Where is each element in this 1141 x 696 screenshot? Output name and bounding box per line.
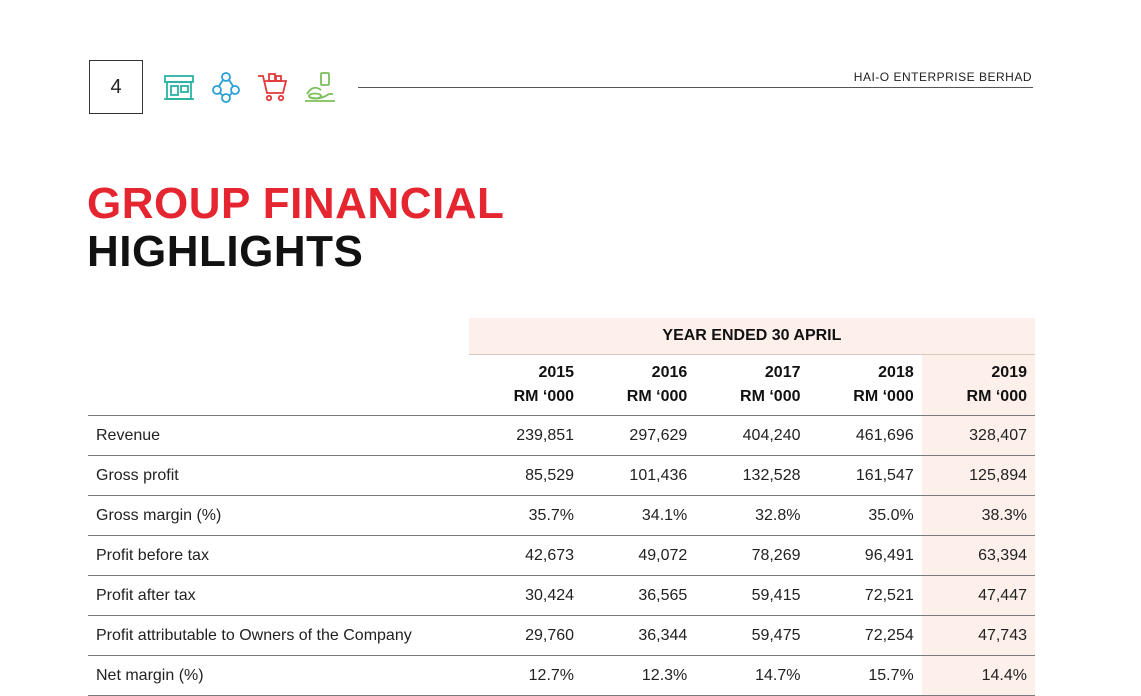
table-cell: 72,521 [808,575,922,616]
table-year-header-row: 2015 RM ‘000 2016 RM ‘000 2017 RM ‘000 2018… [88,354,1035,416]
table-cell: 96,491 [808,535,922,576]
page-title-line1: GROUP FINANCIAL [87,179,505,228]
column-header-2017: 2017 RM ‘000 [695,354,809,416]
table-cell: 132,528 [695,455,809,496]
table-cell: 42,673 [468,535,583,576]
table-row: Profit after tax 30,424 36,565 59,415 72… [88,575,1035,616]
table-cell: 34.1% [582,495,696,536]
table-cell: 49,072 [582,535,696,576]
table-cell: 78,269 [695,535,809,576]
table-row: Gross margin (%) 35.7% 34.1% 32.8% 35.0%… [88,495,1035,536]
table-cell: 85,529 [468,455,583,496]
herbal-product-icon [305,72,335,102]
column-header-2019: 2019 RM ‘000 [921,354,1035,416]
financial-highlights-table: YEAR ENDED 30 APRIL 2015 RM ‘000 2016 RM ‘… [88,318,1035,696]
row-label: Profit before tax [88,535,469,576]
row-label: Profit attributable to Owners of the Com… [88,615,469,656]
table-row: Net margin (%) 12.7% 12.3% 14.7% 15.7% 1… [88,655,1035,696]
table-cell: 12.7% [468,655,583,696]
table-row: Gross profit 85,529 101,436 132,528 161,… [88,455,1035,496]
table-cell: 161,547 [808,455,922,496]
table-cell: 15.7% [808,655,922,696]
table-group-header: YEAR ENDED 30 APRIL [468,318,1035,355]
table-cell: 14.4% [921,655,1035,696]
shopping-cart-icon [258,73,288,102]
table-cell: 36,565 [582,575,696,616]
table-cell: 14.7% [695,655,809,696]
column-header-2016: 2016 RM ‘000 [582,354,696,416]
table-row: Profit before tax 42,673 49,072 78,269 9… [88,535,1035,576]
header-divider [358,87,1033,88]
table-cell: 12.3% [582,655,696,696]
row-label: Gross profit [88,455,469,496]
table-cell: 461,696 [808,415,922,456]
page-number: 4 [89,60,143,114]
page-title: GROUP FINANCIAL HIGHLIGHTS [87,180,504,276]
table-cell: 101,436 [582,455,696,496]
table-cell: 59,475 [695,615,809,656]
table-cell: 47,447 [921,575,1035,616]
row-label: Profit after tax [88,575,469,616]
row-label: Net margin (%) [88,655,469,696]
table-label-header [88,354,469,416]
page-title-line2: HIGHLIGHTS [87,227,364,276]
table-cell: 59,415 [695,575,809,616]
table-cell: 404,240 [695,415,809,456]
header-icons [162,70,350,104]
storefront-icon [164,75,194,100]
table-cell: 47,743 [921,615,1035,656]
row-label: Gross margin (%) [88,495,469,536]
table-cell: 125,894 [921,455,1035,496]
column-header-2018: 2018 RM ‘000 [808,354,922,416]
table-cell: 239,851 [468,415,583,456]
table-row: Profit attributable to Owners of the Com… [88,615,1035,656]
table-group-header-row: YEAR ENDED 30 APRIL [88,318,1035,355]
table-cell: 38.3% [921,495,1035,536]
table-cell: 297,629 [582,415,696,456]
page-number-text: 4 [110,75,122,98]
table-corner [88,318,469,355]
company-name: HAI-O ENTERPRISE BERHAD [853,70,1032,84]
column-header-2015: 2015 RM ‘000 [468,354,583,416]
table-cell: 35.7% [468,495,583,536]
table-cell: 36,344 [582,615,696,656]
table-cell: 72,254 [808,615,922,656]
table-cell: 29,760 [468,615,583,656]
table-cell: 35.0% [808,495,922,536]
table-row: Revenue 239,851 297,629 404,240 461,696 … [88,415,1035,456]
table-cell: 328,407 [921,415,1035,456]
row-label: Revenue [88,415,469,456]
table-cell: 30,424 [468,575,583,616]
network-icon [212,72,240,103]
table-cell: 32.8% [695,495,809,536]
table-cell: 63,394 [921,535,1035,576]
